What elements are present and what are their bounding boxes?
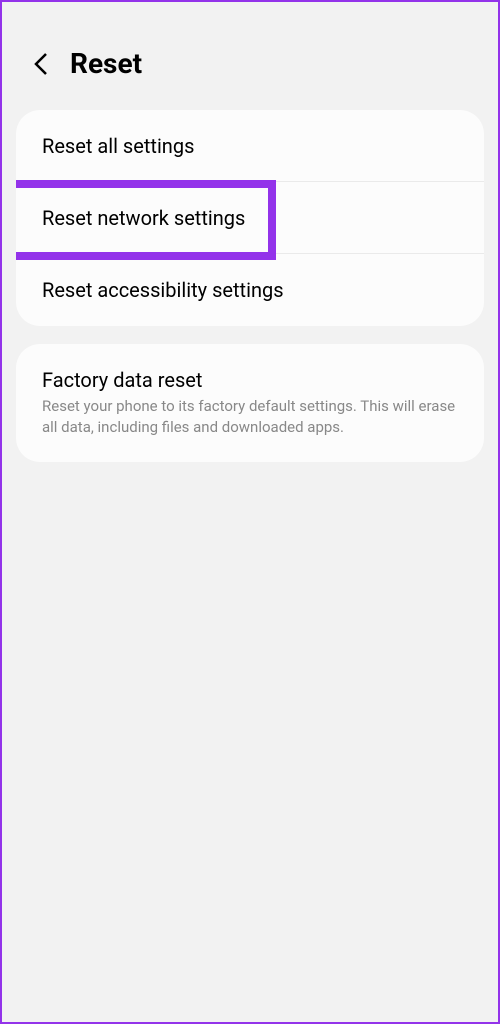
- reset-all-settings-item[interactable]: Reset all settings: [16, 110, 484, 182]
- reset-network-settings-item[interactable]: Reset network settings: [16, 182, 484, 254]
- factory-reset-section: Factory data reset Reset your phone to i…: [16, 344, 484, 462]
- header: Reset: [2, 2, 498, 110]
- item-label: Factory data reset: [42, 368, 458, 392]
- item-subtitle: Reset your phone to its factory default …: [42, 396, 458, 438]
- factory-data-reset-item[interactable]: Factory data reset Reset your phone to i…: [16, 344, 484, 462]
- item-label: Reset accessibility settings: [42, 278, 458, 302]
- reset-accessibility-settings-item[interactable]: Reset accessibility settings: [16, 254, 484, 326]
- back-icon[interactable]: [32, 50, 50, 78]
- page-title: Reset: [70, 47, 142, 80]
- item-label: Reset network settings: [42, 206, 458, 230]
- item-label: Reset all settings: [42, 134, 458, 158]
- reset-options-section: Reset all settings Reset network setting…: [16, 110, 484, 326]
